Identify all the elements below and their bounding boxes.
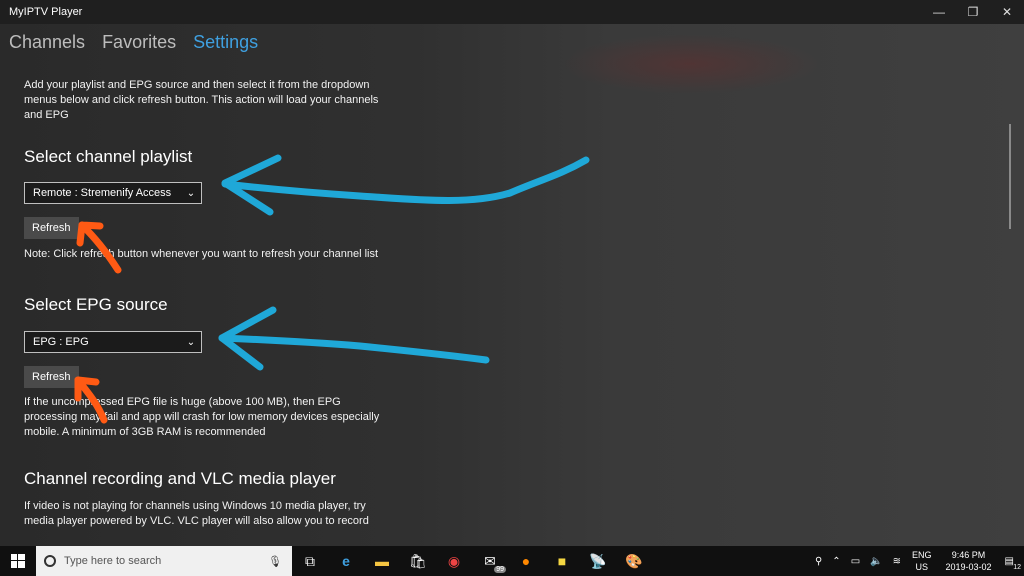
clock[interactable]: 9:46 PM 2019-03-02 bbox=[938, 549, 1000, 573]
vlc-section-title: Channel recording and VLC media player bbox=[24, 469, 336, 488]
people-icon[interactable]: ⚲ bbox=[810, 556, 827, 567]
tab-channels[interactable]: Channels bbox=[9, 32, 85, 53]
show-hidden-icons-chevron-icon[interactable]: ⌃ bbox=[827, 556, 845, 567]
clock-date: 2019-03-02 bbox=[945, 562, 992, 572]
task-view-icon[interactable]: ⧉ bbox=[292, 546, 328, 576]
notification-count: 12 bbox=[1013, 563, 1021, 571]
tab-favorites[interactable]: Favorites bbox=[102, 32, 176, 53]
language-indicator[interactable]: ENG US bbox=[906, 549, 938, 573]
firefox-icon[interactable]: ● bbox=[508, 546, 544, 576]
paint-icon[interactable]: 🎨 bbox=[616, 546, 652, 576]
file-explorer-icon[interactable]: ▬ bbox=[364, 546, 400, 576]
window-title: MyIPTV Player bbox=[9, 6, 83, 18]
search-circle-icon bbox=[44, 555, 56, 567]
minimize-button[interactable]: — bbox=[922, 0, 956, 24]
chevron-down-icon: ⌄ bbox=[186, 187, 196, 199]
scrollbar[interactable] bbox=[1009, 124, 1011, 229]
store-icon[interactable]: 🛍 bbox=[400, 546, 436, 576]
title-bar: MyIPTV Player — ❐ ✕ bbox=[0, 0, 1024, 24]
clock-time: 9:46 PM bbox=[951, 550, 986, 560]
restore-button[interactable]: ❐ bbox=[956, 0, 990, 24]
nav-tabs: Channels Favorites Settings bbox=[9, 32, 275, 53]
playlist-note: Note: Click refresh button whenever you … bbox=[24, 248, 379, 260]
search-placeholder: Type here to search bbox=[64, 555, 162, 567]
satellite-icon[interactable]: 📡 bbox=[580, 546, 616, 576]
edge-icon[interactable]: e bbox=[328, 546, 364, 576]
settings-content: Add your playlist and EPG source and the… bbox=[24, 78, 404, 529]
background-blur bbox=[560, 34, 820, 94]
epg-section-title: Select EPG source bbox=[24, 295, 168, 314]
intro-text: Add your playlist and EPG source and the… bbox=[24, 79, 379, 121]
chrome-icon[interactable]: ◉ bbox=[436, 546, 472, 576]
start-button[interactable] bbox=[0, 546, 36, 576]
microphone-icon[interactable]: 🎙 bbox=[268, 555, 292, 568]
main-area: Channels Favorites Settings Add your pla… bbox=[0, 24, 1024, 546]
epg-selected-value: EPG : EPG bbox=[33, 336, 89, 348]
action-center-icon[interactable]: ▤ 12 bbox=[1000, 556, 1024, 571]
mail-icon[interactable]: ✉ 99 bbox=[472, 546, 508, 576]
taskbar: Type here to search 🎙 ⧉ e ▬ 🛍 ◉ ✉ 99 ● ■ … bbox=[0, 546, 1024, 576]
battery-icon[interactable]: ▭ bbox=[846, 556, 865, 567]
vlc-note: If video is not playing for channels usi… bbox=[24, 500, 369, 527]
mail-badge: 99 bbox=[494, 566, 506, 573]
epg-refresh-button[interactable]: Refresh bbox=[24, 366, 79, 388]
region-code: US bbox=[915, 562, 928, 572]
chevron-down-icon: ⌄ bbox=[186, 336, 196, 348]
sticky-notes-icon[interactable]: ■ bbox=[544, 546, 580, 576]
tab-settings[interactable]: Settings bbox=[193, 32, 258, 53]
close-button[interactable]: ✕ bbox=[990, 0, 1024, 24]
epg-note: If the uncompressed EPG file is huge (ab… bbox=[24, 396, 380, 438]
language-code: ENG bbox=[911, 550, 932, 560]
wifi-icon[interactable]: ≋ bbox=[888, 556, 906, 567]
playlist-dropdown[interactable]: Remote : Stremenify Access ⌄ bbox=[24, 182, 202, 204]
windows-icon bbox=[11, 554, 25, 568]
playlist-refresh-button[interactable]: Refresh bbox=[24, 217, 79, 239]
volume-icon[interactable]: 🔈 bbox=[865, 556, 887, 567]
playlist-selected-value: Remote : Stremenify Access bbox=[33, 187, 172, 199]
epg-dropdown[interactable]: EPG : EPG ⌄ bbox=[24, 331, 202, 353]
system-tray: ⚲ ⌃ ▭ 🔈 ≋ ENG US 9:46 PM 2019-03-02 ▤ 12 bbox=[810, 546, 1024, 576]
playlist-section-title: Select channel playlist bbox=[24, 147, 193, 166]
taskbar-search[interactable]: Type here to search 🎙 bbox=[36, 546, 292, 576]
